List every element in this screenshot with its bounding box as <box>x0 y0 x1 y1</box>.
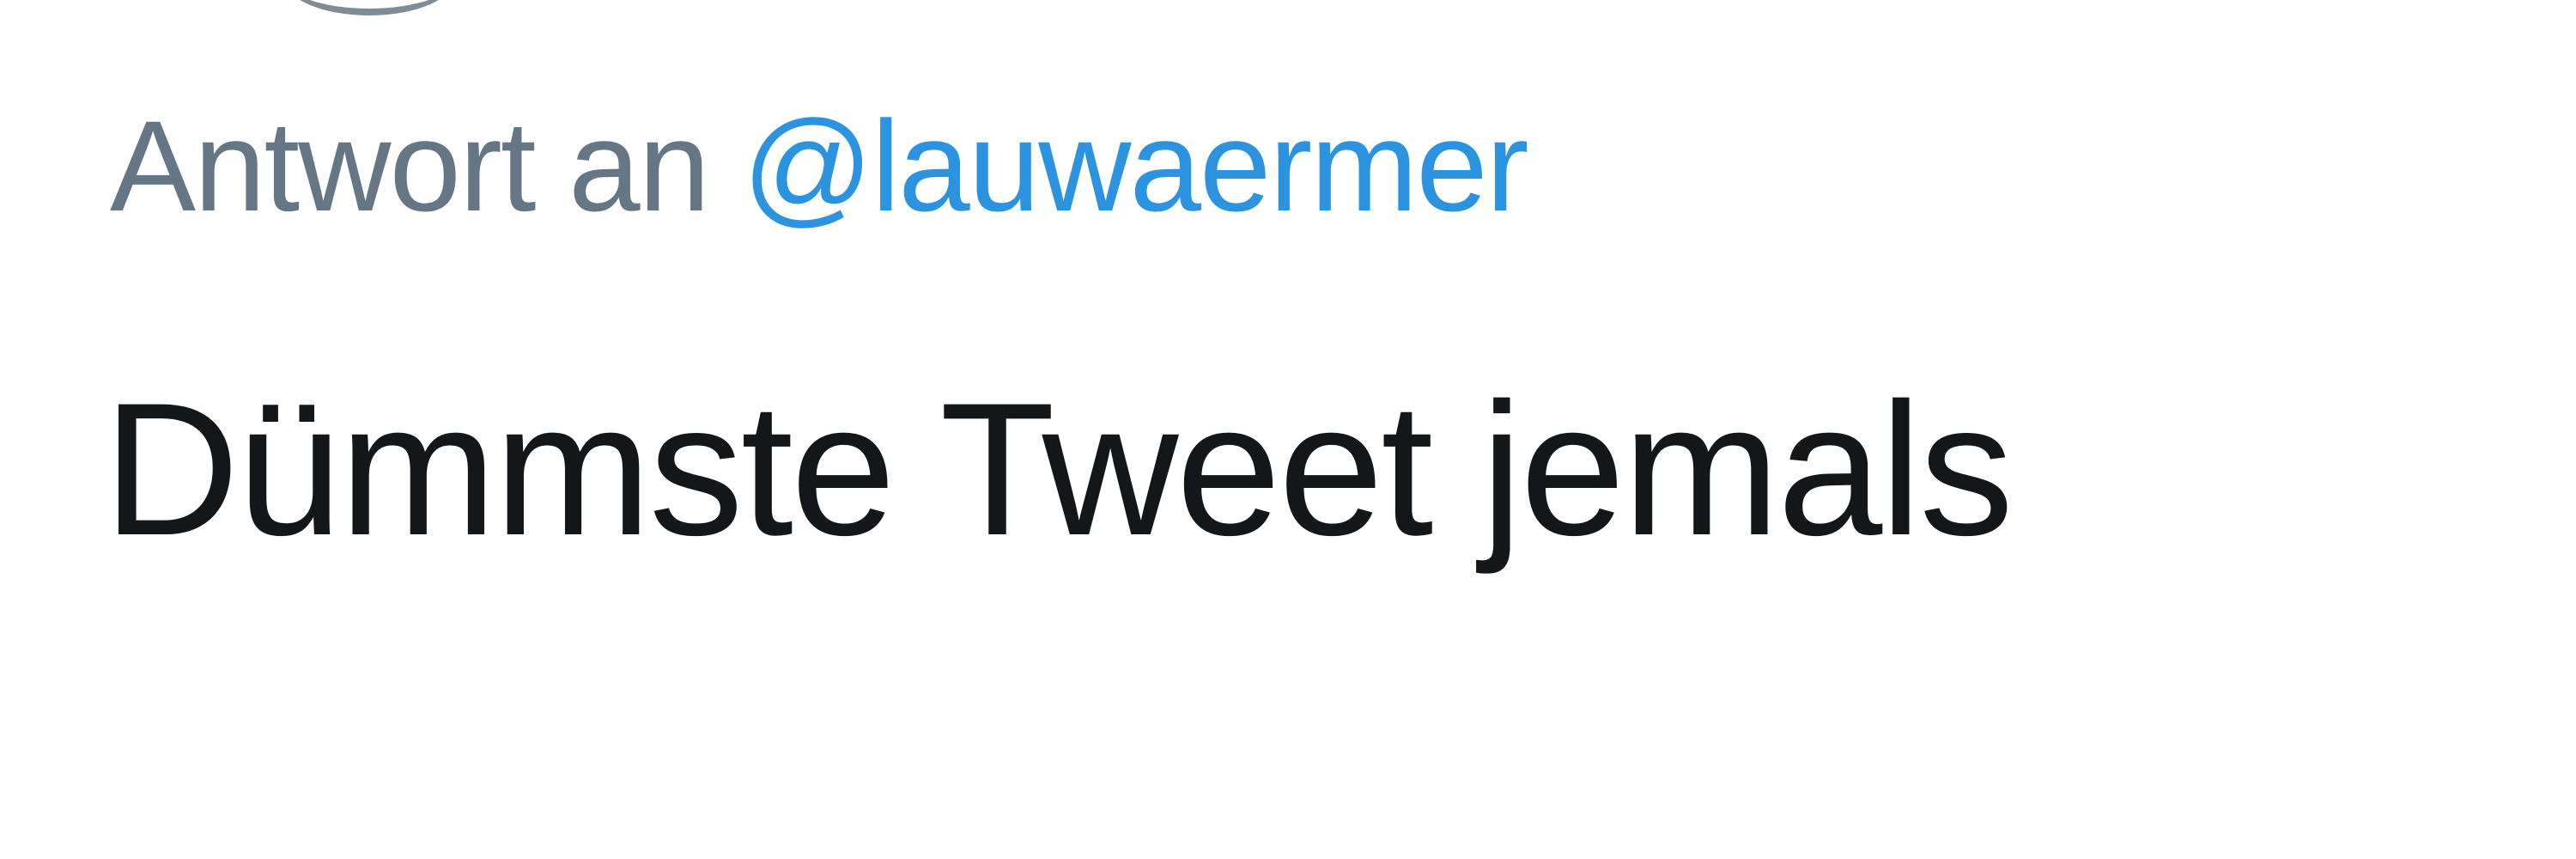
tweet-text: Dümmste Tweet jemals <box>103 363 2014 575</box>
mention-link[interactable]: @lauwaermer <box>743 94 1529 238</box>
reply-to-line: Antwort an @lauwaermer <box>110 101 1529 230</box>
reply-prefix: Antwort an <box>110 94 710 238</box>
avatar[interactable] <box>283 0 455 15</box>
